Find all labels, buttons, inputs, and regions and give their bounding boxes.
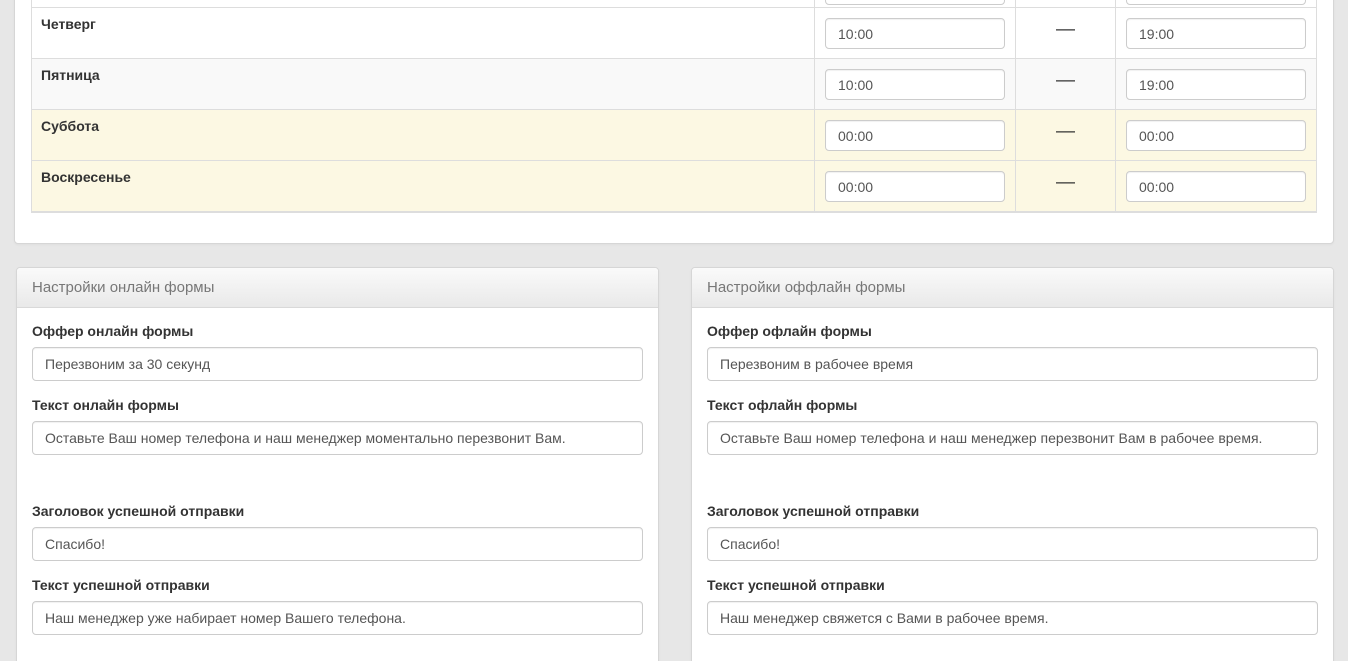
time-to-cell [1116, 0, 1316, 7]
offline-offer-label: Оффер офлайн формы [707, 323, 1318, 339]
time-from-cell [815, 59, 1016, 109]
schedule-table: Четверг — Пятница — Суббота — [31, 0, 1317, 213]
online-offer-label: Оффер онлайн формы [32, 323, 643, 339]
offline-offer-group: Оффер офлайн формы [707, 323, 1318, 381]
time-to-input[interactable] [1126, 171, 1306, 202]
table-row-partial [32, 0, 1316, 8]
online-form-settings-panel: Настройки онлайн формы Оффер онлайн форм… [16, 267, 659, 661]
time-to-input[interactable] [1126, 69, 1306, 100]
time-range-dash: — [1016, 59, 1116, 109]
offline-success-title-group: Заголовок успешной отправки [707, 503, 1318, 561]
spacer [707, 471, 1318, 503]
time-from-input[interactable] [825, 171, 1005, 202]
table-row-sunday: Воскресенье — [32, 161, 1316, 212]
time-from-input[interactable] [825, 0, 1005, 5]
online-text-group: Текст онлайн формы [32, 397, 643, 455]
online-success-title-group: Заголовок успешной отправки [32, 503, 643, 561]
time-to-input[interactable] [1126, 0, 1306, 5]
online-offer-input[interactable] [32, 347, 643, 381]
table-row-friday: Пятница — [32, 59, 1316, 110]
day-label-cell [32, 0, 815, 7]
day-label: Воскресенье [32, 161, 815, 211]
offline-success-text-group: Текст успешной отправки [707, 577, 1318, 635]
online-success-text-group: Текст успешной отправки [32, 577, 643, 635]
time-to-cell [1116, 59, 1316, 109]
online-success-title-label: Заголовок успешной отправки [32, 503, 643, 519]
online-success-text-label: Текст успешной отправки [32, 577, 643, 593]
time-range-dash: — [1016, 110, 1116, 160]
offline-text-input[interactable] [707, 421, 1318, 455]
panel-title-online: Настройки онлайн формы [17, 268, 658, 308]
offline-text-group: Текст офлайн формы [707, 397, 1318, 455]
offline-text-label: Текст офлайн формы [707, 397, 1318, 413]
time-from-input[interactable] [825, 69, 1005, 100]
spacer [32, 471, 643, 503]
time-to-cell [1116, 110, 1316, 160]
time-from-input[interactable] [825, 18, 1005, 49]
time-from-cell [815, 8, 1016, 58]
time-range-dash [1016, 0, 1116, 7]
day-label: Четверг [32, 8, 815, 58]
online-offer-group: Оффер онлайн формы [32, 323, 643, 381]
offline-success-title-input[interactable] [707, 527, 1318, 561]
time-to-cell [1116, 161, 1316, 211]
working-hours-panel: Четверг — Пятница — Суббота — [14, 0, 1334, 244]
online-panel-body: Оффер онлайн формы Текст онлайн формы За… [17, 308, 658, 661]
table-row-thursday: Четверг — [32, 8, 1316, 59]
time-from-cell [815, 110, 1016, 160]
time-range-dash: — [1016, 8, 1116, 58]
offline-panel-body: Оффер офлайн формы Текст офлайн формы За… [692, 308, 1333, 661]
day-label: Суббота [32, 110, 815, 160]
offline-success-text-label: Текст успешной отправки [707, 577, 1318, 593]
time-from-input[interactable] [825, 120, 1005, 151]
form-settings-row: Настройки онлайн формы Оффер онлайн форм… [16, 267, 1334, 661]
time-from-cell [815, 0, 1016, 7]
online-text-input[interactable] [32, 421, 643, 455]
day-label: Пятница [32, 59, 815, 109]
offline-success-text-input[interactable] [707, 601, 1318, 635]
time-to-cell [1116, 8, 1316, 58]
time-range-dash: — [1016, 161, 1116, 211]
time-to-input[interactable] [1126, 18, 1306, 49]
panel-title-offline: Настройки оффлайн формы [692, 268, 1333, 308]
online-success-title-input[interactable] [32, 527, 643, 561]
time-from-cell [815, 161, 1016, 211]
time-to-input[interactable] [1126, 120, 1306, 151]
online-success-text-input[interactable] [32, 601, 643, 635]
offline-success-title-label: Заголовок успешной отправки [707, 503, 1318, 519]
offline-form-settings-panel: Настройки оффлайн формы Оффер офлайн фор… [691, 267, 1334, 661]
offline-offer-input[interactable] [707, 347, 1318, 381]
table-row-saturday: Суббота — [32, 110, 1316, 161]
online-text-label: Текст онлайн формы [32, 397, 643, 413]
